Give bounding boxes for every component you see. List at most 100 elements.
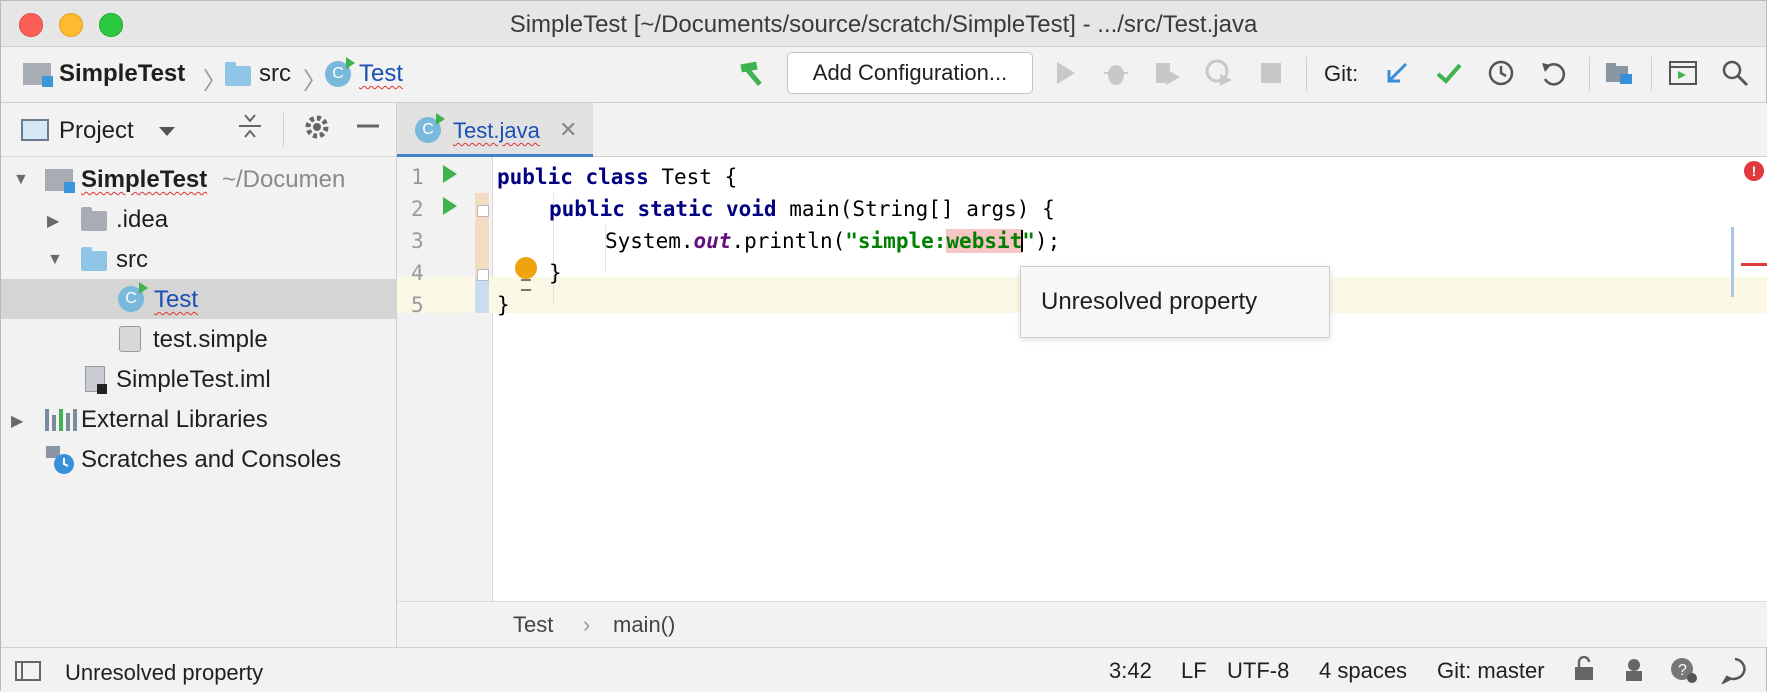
- tree-item-label: Test: [154, 286, 199, 313]
- lock-icon[interactable]: [1573, 655, 1595, 689]
- add-configuration-button[interactable]: Add Configuration...: [787, 52, 1033, 94]
- stop-icon[interactable]: [1251, 53, 1291, 93]
- code-line-2: public static void main(String[] args) {: [549, 197, 1055, 221]
- editor-pane: C Test.java ✕ 1 2 3 4 5 public class Tes…: [397, 103, 1767, 647]
- toggle-tool-windows-icon[interactable]: [15, 661, 41, 681]
- scratches-icon: [45, 445, 74, 474]
- event-log-icon[interactable]: [1720, 656, 1749, 691]
- nav-crumb-class[interactable]: C Test: [325, 57, 404, 88]
- nav-crumb-src[interactable]: src: [225, 60, 291, 88]
- chevron-right-icon: 〉: [203, 68, 227, 95]
- java-class-icon: C: [415, 113, 445, 143]
- project-structure-icon[interactable]: [1599, 53, 1639, 93]
- git-branch[interactable]: Git: master: [1437, 658, 1545, 684]
- expanded-arrow-icon[interactable]: ▼: [47, 251, 63, 269]
- run-icon[interactable]: [1045, 53, 1085, 93]
- scrollbar-marker: [1731, 227, 1734, 297]
- folder-icon: [225, 62, 251, 86]
- tree-item-test[interactable]: C Test: [1, 279, 396, 319]
- status-bar: Unresolved property 3:42 LF UTF-8 4 spac…: [1, 647, 1766, 692]
- fold-icon[interactable]: [477, 269, 489, 281]
- terminal-icon[interactable]: [1663, 53, 1703, 93]
- unresolved-property-highlight: websit: [946, 229, 1023, 253]
- java-class-icon: C: [325, 57, 355, 87]
- breadcrumb-method[interactable]: main(): [613, 612, 675, 638]
- tree-item-idea[interactable]: ▶ .idea: [1, 199, 396, 239]
- fold-icon[interactable]: [477, 205, 489, 217]
- nav-crumb-project-label: SimpleTest: [59, 60, 186, 87]
- tree-item-label: test.simple: [153, 326, 268, 353]
- rollback-icon[interactable]: [1533, 53, 1573, 93]
- chevron-right-icon: 〉: [303, 68, 327, 95]
- error-stripe-icon[interactable]: !: [1744, 161, 1764, 181]
- tree-item-path: ~/Documen: [221, 166, 346, 193]
- collapsed-arrow-icon[interactable]: ▶: [47, 211, 59, 231]
- code-line-3: System.out.println("simple:websit");: [605, 229, 1061, 253]
- project-tool-window: Project ▼ SimpleTest ~/Documen ▶ .idea ▼…: [1, 103, 397, 647]
- project-tree: ▼ SimpleTest ~/Documen ▶ .idea ▼ src C T…: [1, 159, 396, 479]
- inspector-icon[interactable]: [1621, 656, 1647, 689]
- debug-icon[interactable]: [1096, 53, 1136, 93]
- hide-panel-icon[interactable]: [355, 113, 381, 146]
- project-view-icon: [21, 119, 49, 141]
- folder-icon: [81, 207, 107, 231]
- tree-item-src[interactable]: ▼ src: [1, 239, 396, 279]
- toolbar-divider: [1651, 57, 1652, 91]
- commit-icon[interactable]: [1429, 53, 1469, 93]
- tree-item-test-simple[interactable]: test.simple: [1, 319, 396, 359]
- toolbar-divider: [1589, 57, 1590, 91]
- breadcrumb-class[interactable]: Test: [513, 612, 553, 638]
- line-separator[interactable]: LF: [1181, 658, 1207, 684]
- window-title: SimpleTest [~/Documents/source/scratch/S…: [509, 11, 1258, 38]
- lightbulb-icon[interactable]: [515, 257, 537, 291]
- file-icon: [119, 326, 141, 352]
- code-editor[interactable]: public class Test { public static void m…: [493, 157, 1767, 601]
- gear-icon[interactable]: [303, 113, 331, 148]
- indent-setting[interactable]: 4 spaces: [1319, 658, 1407, 684]
- line-number: 2: [411, 197, 424, 221]
- collapse-all-icon[interactable]: [237, 113, 263, 146]
- error-stripe-marker[interactable]: [1741, 263, 1767, 266]
- git-label: Git:: [1324, 61, 1359, 86]
- profile-icon[interactable]: [1199, 53, 1239, 93]
- editor-tabs: C Test.java ✕: [397, 103, 1767, 157]
- ide-window: SimpleTest [~/Documents/source/scratch/S…: [0, 0, 1767, 692]
- libraries-icon: [45, 407, 77, 431]
- run-class-gutter-icon[interactable]: [443, 165, 457, 183]
- chevron-down-icon[interactable]: [159, 127, 175, 136]
- expanded-arrow-icon[interactable]: ▼: [13, 171, 29, 189]
- line-number: 3: [411, 229, 424, 253]
- iml-file-icon: [85, 366, 107, 394]
- modified-line-marker: [475, 277, 489, 313]
- code-line-4: }: [549, 261, 562, 285]
- breadcrumb-separator: ›: [583, 612, 591, 637]
- project-view-title[interactable]: Project: [59, 117, 134, 145]
- svg-text:?: ?: [1678, 662, 1687, 679]
- line-number: 4: [411, 261, 424, 285]
- tree-item-iml[interactable]: SimpleTest.iml: [1, 359, 396, 399]
- tab-test-java[interactable]: C Test.java ✕: [397, 103, 593, 157]
- build-hammer-icon[interactable]: [733, 53, 773, 93]
- tree-item-label: SimpleTest: [81, 166, 208, 193]
- code-line-1: public class Test {: [497, 165, 738, 189]
- close-tab-icon[interactable]: ✕: [559, 117, 577, 143]
- java-class-icon: C: [118, 282, 148, 312]
- tab-label: Test.java: [453, 118, 540, 143]
- tree-item-scratches[interactable]: Scratches and Consoles: [1, 439, 396, 479]
- tree-item-simpletest[interactable]: ▼ SimpleTest ~/Documen: [1, 159, 396, 199]
- nav-crumb-project[interactable]: SimpleTest: [23, 60, 185, 88]
- run-with-coverage-icon[interactable]: [1147, 53, 1187, 93]
- memory-indicator-icon[interactable]: ?: [1669, 656, 1699, 691]
- update-project-icon[interactable]: [1377, 53, 1417, 93]
- collapsed-arrow-icon[interactable]: ▶: [11, 411, 23, 431]
- nav-crumb-class-label: Test: [359, 60, 404, 87]
- run-main-gutter-icon[interactable]: [443, 197, 457, 215]
- file-encoding[interactable]: UTF-8: [1227, 658, 1289, 684]
- navigation-toolbar: SimpleTest 〉 src 〉 C Test Add Configurat…: [1, 47, 1766, 103]
- module-icon: [23, 63, 53, 87]
- folder-icon: [81, 247, 107, 271]
- tree-item-external-libraries[interactable]: ▶ External Libraries: [1, 399, 396, 439]
- history-icon[interactable]: [1481, 53, 1521, 93]
- search-everywhere-icon[interactable]: [1715, 53, 1755, 93]
- caret-position[interactable]: 3:42: [1109, 658, 1152, 684]
